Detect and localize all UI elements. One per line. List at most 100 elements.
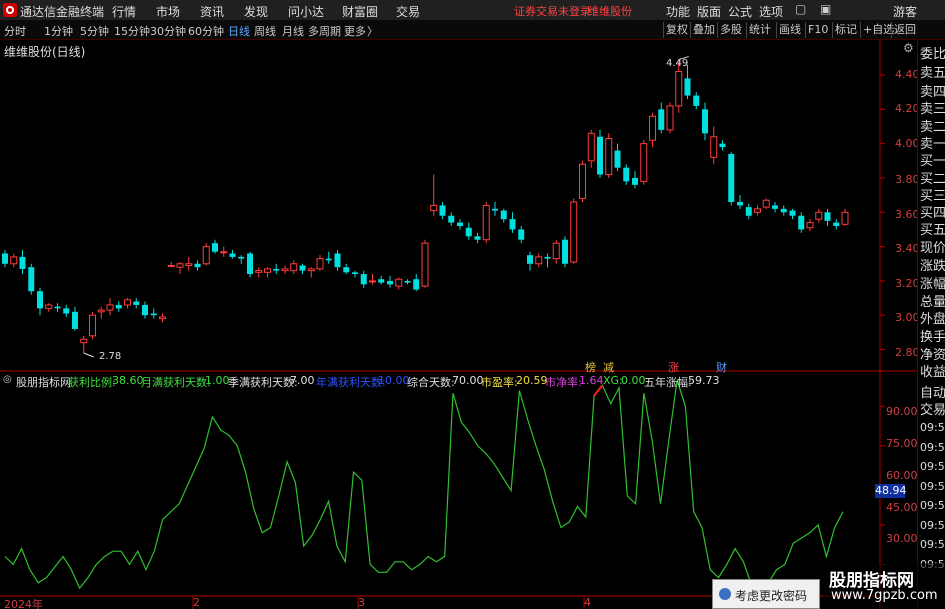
btn-f10[interactable]: F10	[805, 22, 830, 38]
candle-body	[457, 222, 463, 227]
candle-body	[89, 314, 96, 337]
ind-tick-60: 60.00	[886, 469, 918, 482]
stock-link[interactable]: 维维股份	[588, 3, 632, 19]
menu-xuanxiang[interactable]: 选项	[759, 3, 783, 20]
rp-huanshou[interactable]: 换手	[920, 329, 945, 347]
btn-huaxian[interactable]: 画线	[776, 22, 803, 38]
event-marker-zhang[interactable]: 涨	[668, 359, 679, 375]
window-icon[interactable]: ▣	[820, 2, 831, 16]
period-more[interactable]: 更多	[344, 23, 366, 39]
rp-buy2[interactable]: 买二	[920, 171, 945, 189]
candle-body	[369, 280, 376, 283]
rp-zhangdie[interactable]: 涨跌	[920, 258, 945, 276]
ind-label-wunian: 五年涨幅:	[644, 376, 692, 389]
period-fenshi[interactable]: 分时	[4, 23, 26, 39]
rp-mai5[interactable]: 卖五	[920, 65, 945, 83]
period-daily[interactable]: 日线	[228, 23, 250, 39]
candle-body	[97, 309, 105, 313]
x-label-2024: 2024年	[4, 598, 43, 609]
x-label-apr: 4	[584, 596, 591, 609]
rp-buy4[interactable]: 买四	[920, 205, 945, 223]
collapse-indicator-icon[interactable]: ◎	[3, 374, 12, 385]
settings-gear-icon[interactable]: ⚙	[903, 41, 914, 55]
candle-body	[80, 338, 88, 344]
rp-time-7: 09:52	[920, 538, 945, 551]
minimize-icon[interactable]: ▢	[795, 2, 806, 16]
rp-mai1[interactable]: 卖一	[920, 136, 945, 154]
btn-fanhui[interactable]: 返回	[891, 22, 918, 38]
current-value-badge: 48.94	[875, 484, 907, 498]
ind-label-huoli: 获利比例:	[68, 376, 116, 389]
rp-weibi[interactable]: 委比	[920, 46, 945, 64]
menu-gongneng[interactable]: 功能	[666, 3, 690, 20]
candle-body	[754, 208, 761, 213]
candle-body	[212, 243, 218, 252]
candle-body	[37, 291, 43, 309]
menu-gongshi[interactable]: 公式	[728, 3, 752, 20]
ind-value-xg: 0.00	[621, 374, 646, 387]
chart-area[interactable]	[0, 40, 917, 609]
btn-biaoji[interactable]: 标记	[832, 22, 859, 38]
indicator-line	[4, 379, 844, 590]
rp-time-4: 09:52	[920, 480, 945, 493]
event-marker-jian[interactable]: 减	[603, 359, 614, 375]
period-multi[interactable]: 多周期	[308, 23, 341, 39]
menu-caifuquan[interactable]: 财富圈	[342, 3, 378, 20]
period-monthly[interactable]: 月线	[282, 23, 304, 39]
candle-body	[587, 132, 595, 162]
rp-buy5[interactable]: 买五	[920, 222, 945, 240]
chevron-right-icon[interactable]: 〉	[367, 23, 378, 39]
period-1min[interactable]: 1分钟	[44, 23, 73, 39]
rp-zidong[interactable]: 自动	[920, 385, 945, 403]
btn-duogu[interactable]: 多股	[717, 22, 744, 38]
rp-zongliang[interactable]: 总量	[920, 294, 945, 312]
period-15min[interactable]: 15分钟	[114, 23, 150, 39]
rp-jiaoyi[interactable]: 交易	[920, 402, 945, 420]
rp-xianjia[interactable]: 现价	[920, 240, 945, 258]
btn-fuquan[interactable]: 复权	[663, 22, 690, 38]
event-marker-cai[interactable]: 财	[716, 359, 727, 375]
menu-wenxiaoda[interactable]: 问小达	[288, 3, 324, 20]
period-5min[interactable]: 5分钟	[80, 23, 109, 39]
login-notice[interactable]: 证券交易未登录	[514, 3, 591, 19]
candle-body	[150, 313, 157, 316]
menu-jiaoyi[interactable]: 交易	[396, 3, 420, 20]
password-popup[interactable]: 考虑更改密码	[712, 579, 820, 609]
menu-shichang[interactable]: 市场	[156, 3, 180, 20]
rp-mai2[interactable]: 卖二	[920, 119, 945, 137]
menu-banmian[interactable]: 版面	[697, 3, 721, 20]
rp-waipan[interactable]: 外盘	[920, 311, 945, 329]
rp-jingzi[interactable]: 净资	[920, 347, 945, 365]
candle-body	[185, 263, 193, 266]
period-60min[interactable]: 60分钟	[188, 23, 224, 39]
event-marker-bang[interactable]: 榜	[585, 359, 596, 375]
app-logo-icon	[3, 3, 17, 17]
btn-diejia[interactable]: 叠加	[690, 22, 717, 38]
rp-time-2: 09:52	[920, 441, 945, 454]
candle-body	[841, 211, 849, 225]
menu-zixun[interactable]: 资讯	[200, 3, 224, 20]
lock-icon	[719, 588, 731, 600]
candle-body	[710, 136, 718, 158]
rp-shouyi[interactable]: 收益	[920, 364, 945, 382]
candle-body	[404, 280, 411, 283]
ind-label-yueman: 月满获利天数:	[141, 376, 211, 389]
price-tick-340: 3.40	[895, 242, 920, 255]
menu-faxian[interactable]: 发现	[244, 3, 268, 20]
popup-message[interactable]: 考虑更改密码	[735, 587, 807, 604]
candle-body	[2, 253, 8, 264]
rp-mai3[interactable]: 卖三	[920, 101, 945, 119]
rp-buy3[interactable]: 买三	[920, 188, 945, 206]
rp-mai4[interactable]: 卖四	[920, 84, 945, 102]
menu-hangqing[interactable]: 行情	[112, 3, 136, 20]
rp-buy1[interactable]: 买一	[920, 153, 945, 171]
indicator-name[interactable]: 股朋指标网	[16, 374, 71, 390]
btn-tongji[interactable]: 统计	[746, 22, 773, 38]
rp-zhangfu[interactable]: 涨幅	[920, 276, 945, 294]
period-30min[interactable]: 30分钟	[150, 23, 186, 39]
rp-time-1: 09:52	[920, 421, 945, 434]
ind-label-zonghe: 综合天数:	[407, 376, 455, 389]
guest-label[interactable]: 游客	[893, 3, 917, 20]
period-weekly[interactable]: 周线	[254, 23, 276, 39]
candle-body	[133, 301, 140, 305]
